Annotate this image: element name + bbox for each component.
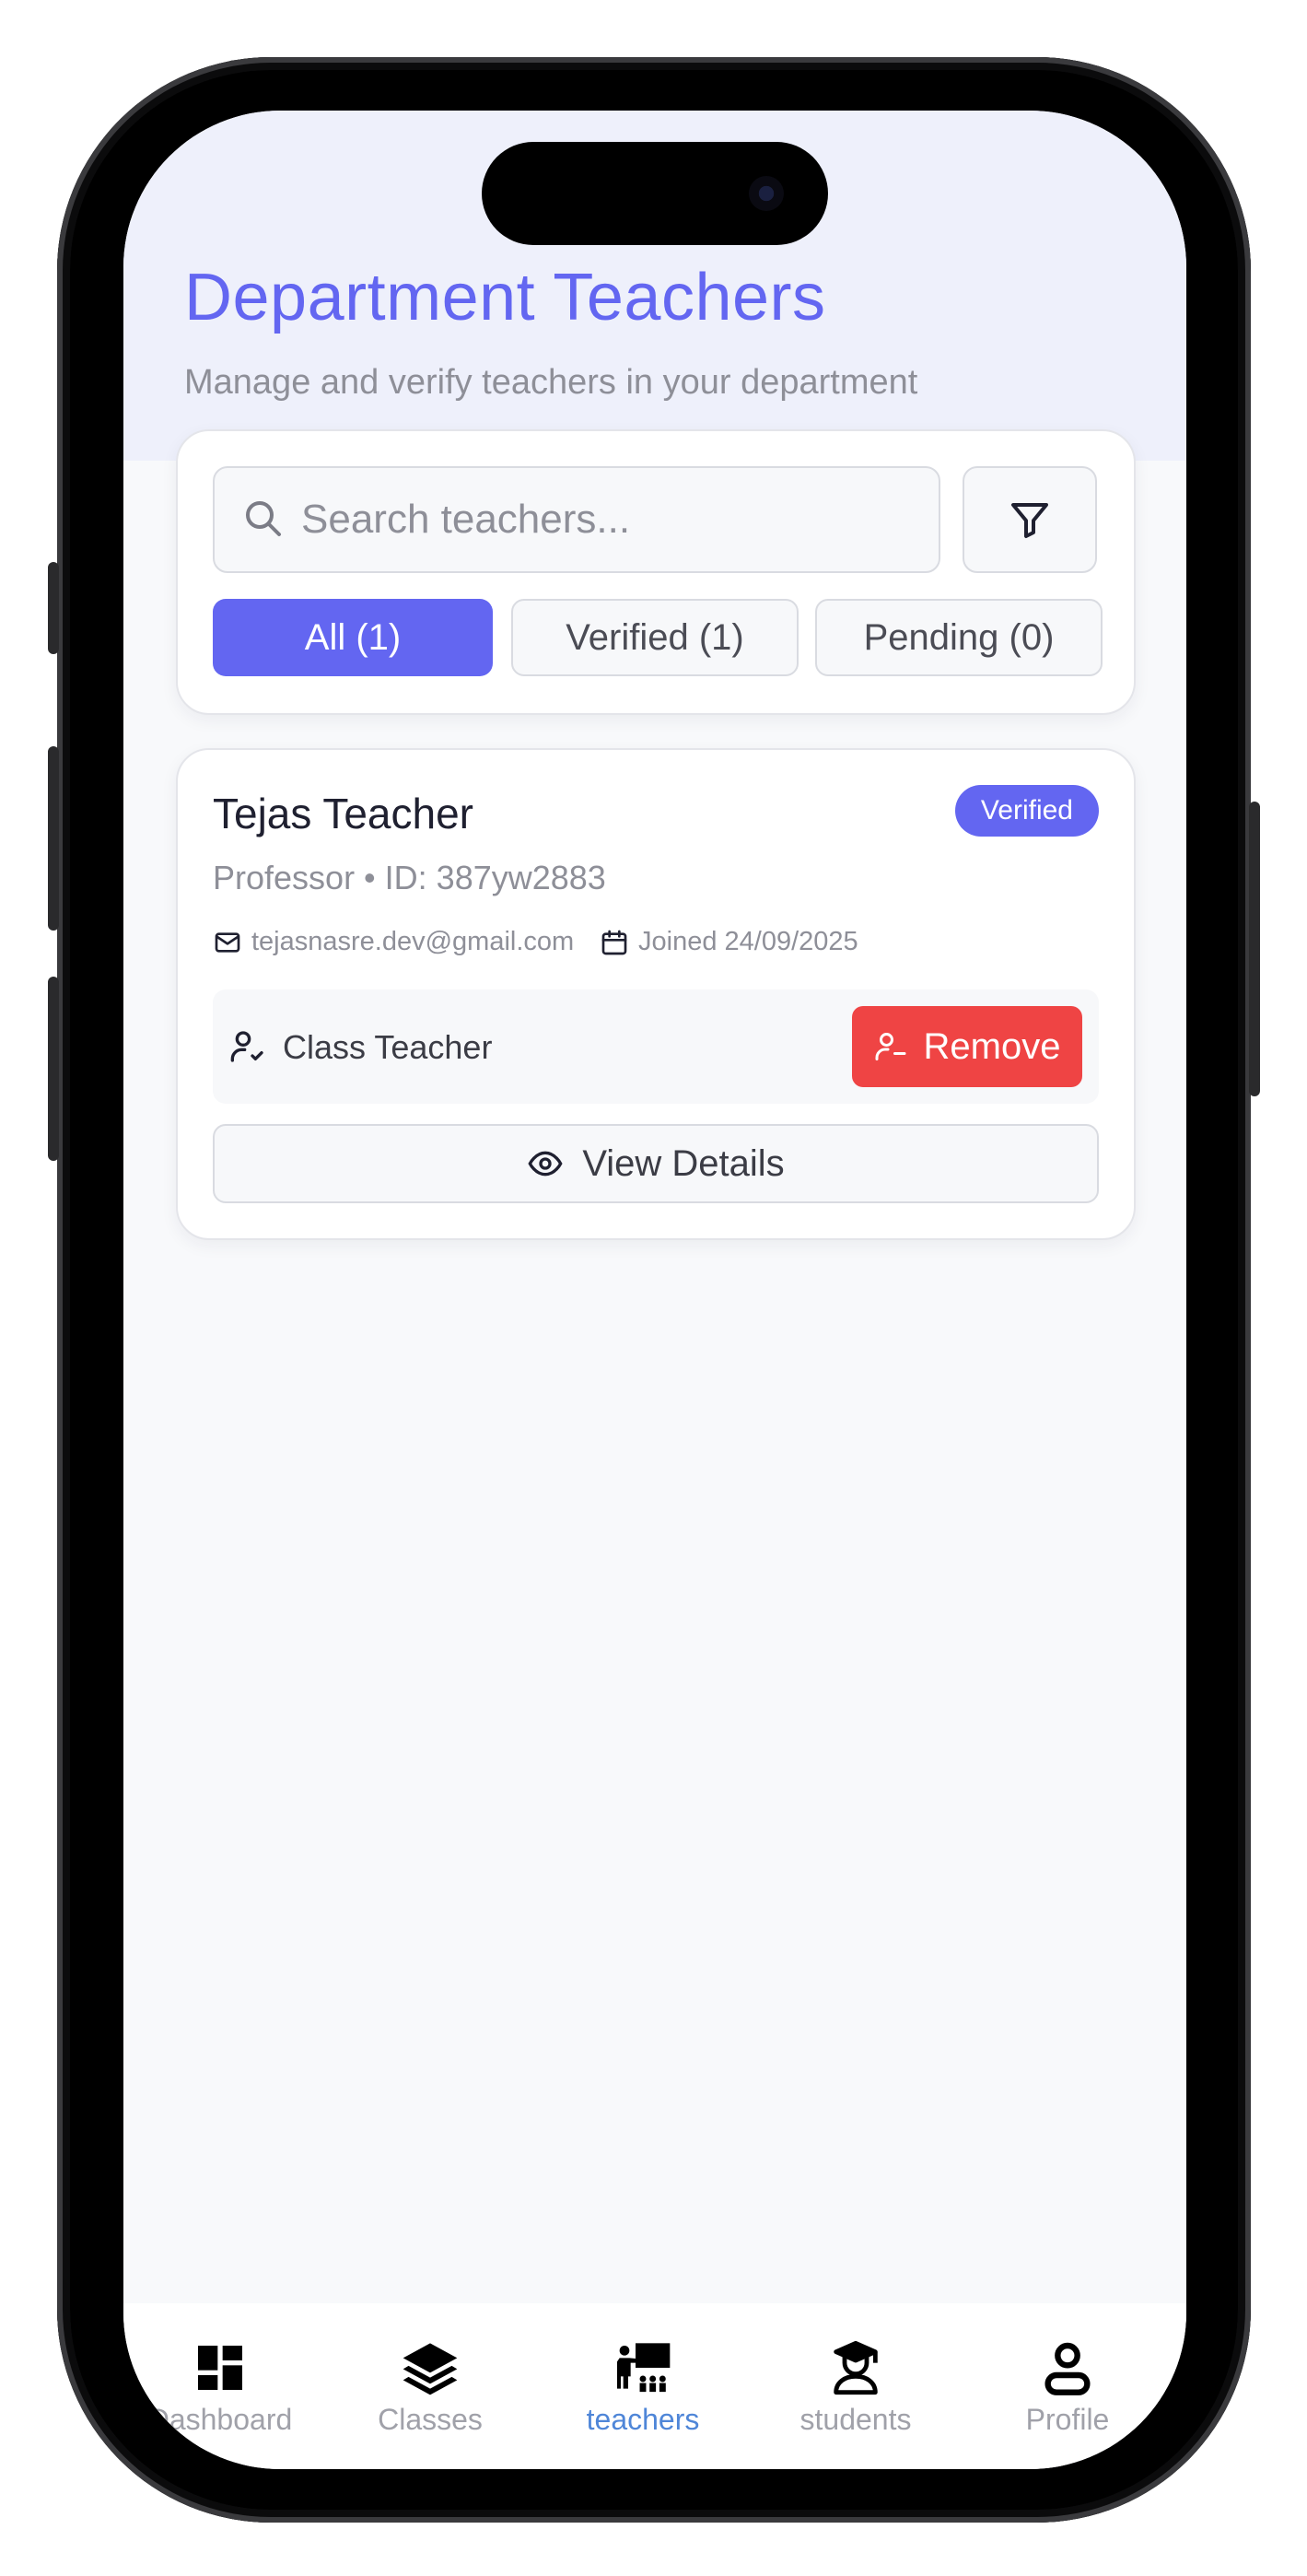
nav-dashboard[interactable]: Dashboard [123,2338,326,2437]
page-subtitle: Manage and verify teachers in your depar… [184,363,918,402]
layers-icon [403,2343,458,2395]
volume-up-button [48,746,59,931]
dynamic-island [482,142,828,245]
action-button [48,562,59,654]
power-button [1249,802,1260,1096]
view-details-button[interactable]: View Details [213,1124,1099,1203]
role-label: Class Teacher [283,1028,493,1066]
volume-down-button [48,977,59,1161]
privacy-indicator [1156,168,1165,177]
joined-row: Joined 24/09/2025 [600,927,858,957]
tab-verified[interactable]: Verified (1) [511,599,799,676]
nav-label-teachers: teachers [586,2403,700,2436]
nav-label-classes: Classes [378,2403,483,2436]
app-screen: Department Teachers Manage and verify te… [123,111,1186,2469]
graduation-cap-icon [834,2340,878,2395]
nav-label-dashboard: Dashboard [147,2403,293,2436]
teacher-meta: Professor • ID: 387yw2883 [213,859,606,896]
nav-profile[interactable]: Profile [962,2338,1173,2437]
teacher-joined: Joined 24/09/2025 [638,927,858,956]
teacher-card: Tejas Teacher Verified Professor • ID: 3… [176,748,1136,1240]
teacher-name: Tejas Teacher [213,790,473,837]
user-check-icon [230,1031,263,1062]
nav-students[interactable]: students [750,2338,962,2437]
camera-icon [749,176,784,211]
search-filter-card: All (1) Verified (1) Pending (0) [176,429,1136,715]
view-details-label: View Details [582,1142,785,1184]
nav-teachers[interactable]: teachers [537,2338,749,2437]
calendar-icon [601,930,627,954]
person-icon [1044,2342,1091,2395]
teacher-email: tejasnasre.dev@gmail.com [251,927,575,956]
role-row: Class Teacher Remove [213,989,1099,1104]
dashboard-icon [198,2346,242,2390]
nav-label-students: students [799,2403,912,2436]
search-icon [246,501,281,536]
email-row: tejasnasre.dev@gmail.com [213,927,574,957]
status-badge: Verified [954,785,1099,837]
remove-label: Remove [923,1025,1061,1067]
tab-pending[interactable]: Pending (0) [815,599,1103,676]
filter-icon [1011,503,1048,538]
filter-button[interactable] [963,466,1097,573]
bottom-nav: Dashboard Classes teachers students Prof… [123,2303,1186,2469]
user-minus-icon [875,1033,906,1060]
nav-classes[interactable]: Classes [324,2338,536,2437]
mail-icon [215,931,240,953]
remove-button[interactable]: Remove [852,1006,1082,1087]
search-input[interactable] [299,486,911,553]
tab-all[interactable]: All (1) [213,599,493,676]
page-title: Department Teachers [184,261,826,334]
nav-label-profile: Profile [1025,2403,1110,2436]
eye-icon [528,1151,563,1177]
teacher-board-icon [617,2343,671,2393]
search-box[interactable] [213,466,940,573]
